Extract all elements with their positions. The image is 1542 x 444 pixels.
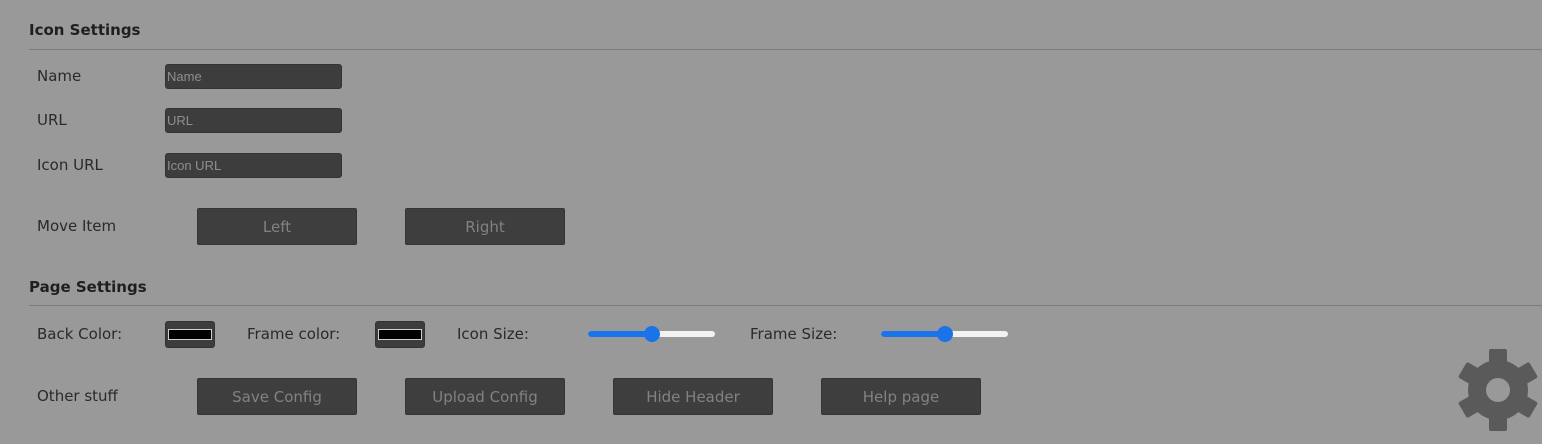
url-input[interactable] [165, 108, 342, 133]
back-color-picker[interactable] [165, 321, 215, 348]
move-right-button[interactable]: Right [405, 208, 565, 245]
help-page-button[interactable]: Help page [821, 378, 981, 415]
icon-size-fill [588, 331, 652, 337]
icon-url-label: Icon URL [37, 156, 103, 174]
name-label: Name [37, 67, 82, 85]
frame-color-label: Frame color: [247, 325, 341, 343]
move-item-label: Move Item [37, 217, 117, 235]
back-color-label: Back Color: [37, 325, 123, 343]
name-input[interactable] [165, 64, 342, 89]
frame-size-thumb[interactable] [936, 326, 953, 342]
frame-color-swatch [378, 329, 422, 340]
icon-size-thumb[interactable] [643, 326, 660, 342]
icon-settings-title: Icon Settings [29, 21, 141, 39]
gear-icon[interactable] [1456, 348, 1540, 432]
icon-settings-divider [29, 49, 1542, 50]
frame-size-fill [881, 331, 945, 337]
frame-size-label: Frame Size: [750, 325, 838, 343]
hide-header-button[interactable]: Hide Header [613, 378, 773, 415]
frame-size-slider[interactable] [881, 326, 1008, 342]
settings-page: Icon Settings Name URL Icon URL Move Ite… [0, 0, 1542, 444]
back-color-swatch [168, 329, 212, 340]
frame-color-picker[interactable] [375, 321, 425, 348]
page-settings-title: Page Settings [29, 278, 147, 296]
move-left-button[interactable]: Left [197, 208, 357, 245]
other-stuff-label: Other stuff [37, 387, 118, 405]
url-label: URL [37, 111, 67, 129]
page-settings-divider [29, 305, 1542, 306]
save-config-button[interactable]: Save Config [197, 378, 357, 415]
icon-url-input[interactable] [165, 153, 342, 178]
upload-config-button[interactable]: Upload Config [405, 378, 565, 415]
icon-size-slider[interactable] [588, 326, 715, 342]
icon-size-label: Icon Size: [457, 325, 529, 343]
